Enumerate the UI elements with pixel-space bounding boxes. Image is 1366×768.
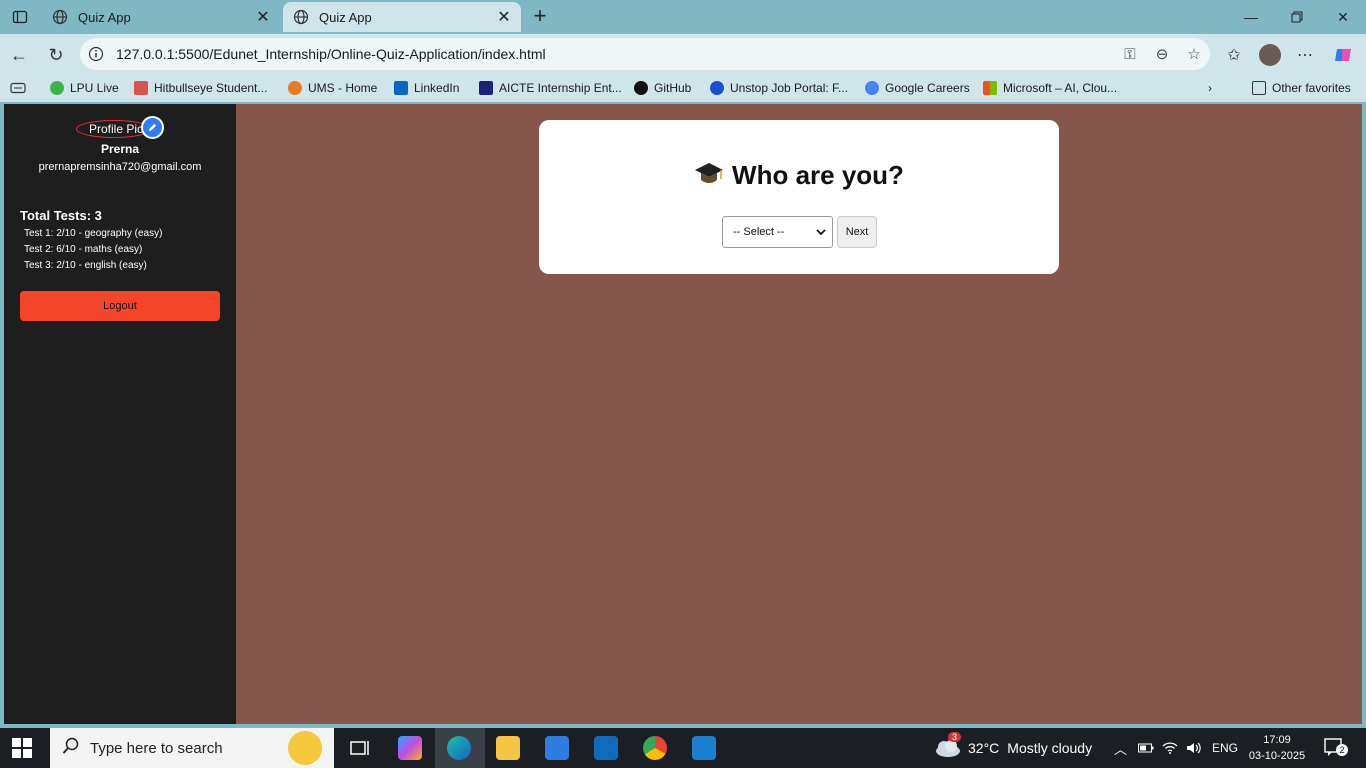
file-explorer-icon[interactable] [496, 736, 520, 760]
address-bar[interactable]: 127.0.0.1:5500/Edunet_Internship/Online-… [80, 38, 1210, 70]
test-history-item: Test 2: 6/10 - maths (easy) [24, 244, 143, 255]
close-tab-icon[interactable]: ✕ [252, 6, 274, 28]
notification-count: 2 [1336, 744, 1348, 756]
tab-quiz-app-2[interactable]: Quiz App ✕ [283, 2, 521, 32]
role-card: Who are you? -- Select -- Next [539, 120, 1059, 274]
copilot-taskbar-icon[interactable] [398, 736, 422, 760]
favorites-icon[interactable]: ✩ [1221, 42, 1247, 68]
bookmark-linkedin[interactable]: LinkedIn [394, 79, 459, 97]
ums-icon [288, 81, 302, 95]
weather-text: Mostly cloudy [1007, 740, 1093, 756]
globe-icon [52, 9, 68, 25]
user-email: prernapremsinha720@gmail.com [38, 161, 202, 173]
star-icon[interactable]: ☆ [1178, 38, 1210, 70]
weather-widget[interactable]: 3 32°C Mostly cloudy [934, 728, 1092, 768]
clock[interactable]: 17:09 03-10-2025 [1240, 732, 1314, 764]
bookmark-aicte[interactable]: AICTE Internship Ent... [479, 79, 622, 97]
next-button[interactable]: Next [837, 216, 877, 248]
graduation-cap-icon [694, 160, 724, 193]
bookmarks-bar: LPU Live Hitbullseye Student... UMS - Ho… [0, 74, 1366, 102]
close-window-icon[interactable]: ✕ [1320, 4, 1366, 30]
cloud-icon: 3 [934, 732, 962, 758]
edge-icon[interactable] [447, 736, 471, 760]
microsoft-icon [983, 81, 997, 95]
user-name: Prerna [100, 142, 140, 156]
test-history-item: Test 3: 2/10 - english (easy) [24, 260, 147, 271]
key-icon[interactable]: ⚿ [1114, 38, 1146, 70]
chrome-icon[interactable] [643, 736, 667, 760]
clock-date: 03-10-2025 [1248, 750, 1306, 762]
new-tab-icon[interactable]: + [528, 3, 552, 28]
logout-button[interactable]: Logout [20, 291, 220, 321]
page-viewport: Profile Pic Prerna prernapremsinha720@gm… [4, 104, 1362, 724]
profile-sidebar: Profile Pic Prerna prernapremsinha720@gm… [4, 104, 236, 724]
tab-title: Quiz App [319, 9, 372, 25]
wifi-icon[interactable] [1162, 728, 1178, 768]
google-icon [865, 81, 879, 95]
bookmark-lpu-live[interactable]: LPU Live [50, 79, 119, 97]
total-tests: Total Tests: 3 [20, 208, 102, 223]
bookmark-google-careers[interactable]: Google Careers [865, 79, 970, 97]
more-menu-icon[interactable]: ⋯ [1292, 42, 1318, 68]
zoom-out-icon[interactable]: ⊖ [1146, 38, 1178, 70]
linkedin-icon [394, 81, 408, 95]
chevron-down-icon [816, 227, 826, 240]
bookmark-hitbullseye[interactable]: Hitbullseye Student... [134, 79, 267, 97]
tab-strip: Quiz App ✕ Quiz App ✕ + — ✕ [0, 0, 1366, 34]
bookmarks-toggle-icon[interactable] [10, 79, 26, 97]
test-history-item: Test 1: 2/10 - geography (easy) [24, 228, 163, 239]
back-icon[interactable]: ← [6, 42, 32, 68]
tab-actions-icon[interactable] [8, 6, 32, 28]
volume-icon[interactable] [1186, 728, 1202, 768]
bookmarks-overflow-icon[interactable]: › [1208, 79, 1212, 97]
other-favorites[interactable]: Other favorites [1252, 79, 1351, 97]
vscode-icon[interactable] [692, 736, 716, 760]
battery-icon[interactable] [1138, 728, 1154, 768]
profile-avatar[interactable] [1257, 42, 1283, 68]
tab-title: Quiz App [78, 9, 131, 25]
weather-temp: 32°C [968, 740, 1000, 756]
globe-icon [293, 9, 309, 25]
heading-text: Who are you? [732, 160, 904, 190]
restore-icon[interactable] [1274, 4, 1320, 30]
info-icon[interactable] [88, 46, 104, 62]
aicte-icon [479, 81, 493, 95]
bookmark-ums-home[interactable]: UMS - Home [288, 79, 377, 97]
bookmark-github[interactable]: GitHub [634, 79, 691, 97]
lpu-icon [50, 81, 64, 95]
notifications-icon[interactable]: 2 [1324, 738, 1348, 758]
close-tab-icon[interactable]: ✕ [493, 6, 515, 28]
url-text[interactable]: 127.0.0.1:5500/Edunet_Internship/Online-… [116, 46, 1114, 62]
search-icon [62, 737, 80, 759]
windows-start-icon[interactable] [12, 738, 32, 758]
search-placeholder: Type here to search [90, 739, 223, 757]
test-history: Test 1: 2/10 - geography (easy) Test 2: … [24, 227, 162, 275]
task-view-icon[interactable] [348, 736, 372, 760]
bookmark-microsoft[interactable]: Microsoft – AI, Clou... [983, 79, 1117, 97]
clock-time: 17:09 [1263, 734, 1291, 746]
sun-icon [288, 731, 322, 765]
taskbar-search[interactable]: Type here to search [50, 728, 334, 768]
role-select-value: -- Select -- [733, 226, 785, 238]
role-select[interactable]: -- Select -- [722, 216, 833, 248]
folder-icon [1252, 81, 1266, 95]
minimize-icon[interactable]: — [1228, 4, 1274, 30]
language-indicator[interactable]: ENG [1212, 728, 1238, 768]
edit-profile-icon[interactable] [141, 116, 164, 139]
outlook-icon[interactable] [594, 736, 618, 760]
github-icon [634, 81, 648, 95]
copilot-icon[interactable] [1330, 42, 1356, 68]
unstop-icon [710, 81, 724, 95]
browser-toolbar: ← ↻ 127.0.0.1:5500/Edunet_Internship/Onl… [0, 34, 1366, 74]
tab-quiz-app-1[interactable]: Quiz App ✕ [42, 2, 280, 32]
windows-taskbar: Type here to search 3 32°C Mostly cloudy… [0, 728, 1366, 768]
microsoft-store-icon[interactable] [545, 736, 569, 760]
hitbullseye-icon [134, 81, 148, 95]
tray-chevron-icon[interactable]: ︿ [1114, 728, 1127, 768]
bookmark-unstop[interactable]: Unstop Job Portal: F... [710, 79, 848, 97]
page-title: Who are you? [539, 160, 1059, 193]
refresh-icon[interactable]: ↻ [43, 42, 69, 68]
weather-badge: 3 [948, 732, 962, 742]
